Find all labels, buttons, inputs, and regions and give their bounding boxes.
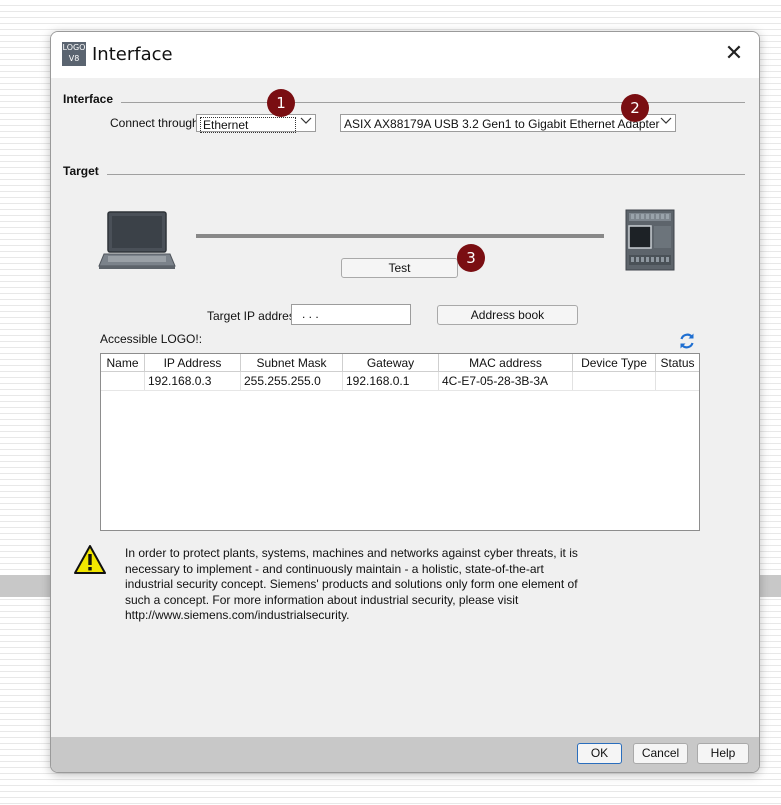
cell-mac-address: 4C-E7-05-28-3B-3A — [439, 372, 573, 390]
accessible-devices-table: Name IP Address Subnet Mask Gateway MAC … — [100, 353, 700, 531]
column-header-gateway[interactable]: Gateway — [343, 354, 439, 372]
chevron-down-icon — [297, 115, 315, 131]
column-header-name[interactable]: Name — [101, 354, 145, 372]
cell-gateway: 192.168.0.1 — [343, 372, 439, 390]
dialog-title: Interface — [92, 44, 173, 65]
close-icon: ✕ — [724, 41, 744, 66]
accessible-logo-label: Accessible LOGO!: — [100, 332, 203, 346]
column-header-subnet-mask[interactable]: Subnet Mask — [241, 354, 343, 372]
logo-device-icon — [625, 209, 675, 271]
chevron-down-icon — [657, 115, 675, 131]
interface-group-divider — [121, 102, 745, 103]
target-ip-label: Target IP address: — [207, 309, 305, 323]
step-badge-1: 1 — [267, 89, 295, 117]
test-button[interactable]: Test — [341, 258, 458, 278]
security-warning-text: In order to protect plants, systems, mac… — [125, 546, 578, 622]
cell-device-type — [573, 372, 656, 390]
cell-status — [656, 372, 699, 390]
cancel-button[interactable]: Cancel — [633, 743, 688, 764]
target-group-divider — [107, 174, 745, 175]
connect-through-select[interactable]: Ethernet — [196, 114, 316, 133]
dialog-footer: OK Cancel Help — [51, 737, 759, 772]
step-badge-3: 3 — [457, 244, 485, 272]
help-button[interactable]: Help — [697, 743, 749, 764]
column-header-ip-address[interactable]: IP Address — [145, 354, 241, 372]
cell-name — [101, 372, 145, 390]
refresh-icon[interactable] — [678, 332, 696, 350]
computer-icon — [98, 210, 176, 270]
connection-line — [196, 234, 604, 238]
column-header-mac-address[interactable]: MAC address — [439, 354, 573, 372]
cell-subnet-mask: 255.255.255.0 — [241, 372, 343, 390]
title-bar: LOGO V8 Interface ✕ — [51, 32, 759, 78]
warning-icon — [74, 544, 106, 576]
column-header-status[interactable]: Status — [656, 354, 699, 372]
step-badge-2: 2 — [621, 94, 649, 122]
target-group-label: Target — [63, 164, 99, 178]
network-adapter-value: ASIX AX88179A USB 3.2 Gen1 to Gigabit Et… — [344, 117, 660, 131]
cell-ip-address: 192.168.0.3 — [145, 372, 241, 390]
column-header-device-type[interactable]: Device Type — [573, 354, 656, 372]
interface-group-label: Interface — [63, 92, 114, 106]
target-ip-input[interactable]: . . . — [291, 304, 411, 325]
logo-app-icon: LOGO V8 — [62, 42, 86, 66]
ok-button[interactable]: OK — [577, 743, 622, 764]
connect-through-value: Ethernet — [200, 117, 296, 133]
close-button[interactable]: ✕ — [719, 40, 749, 68]
interface-dialog: LOGO V8 Interface ✕ Interface Connect th… — [50, 31, 760, 773]
connect-through-label: Connect through: — [110, 116, 203, 130]
address-book-button[interactable]: Address book — [437, 305, 578, 325]
